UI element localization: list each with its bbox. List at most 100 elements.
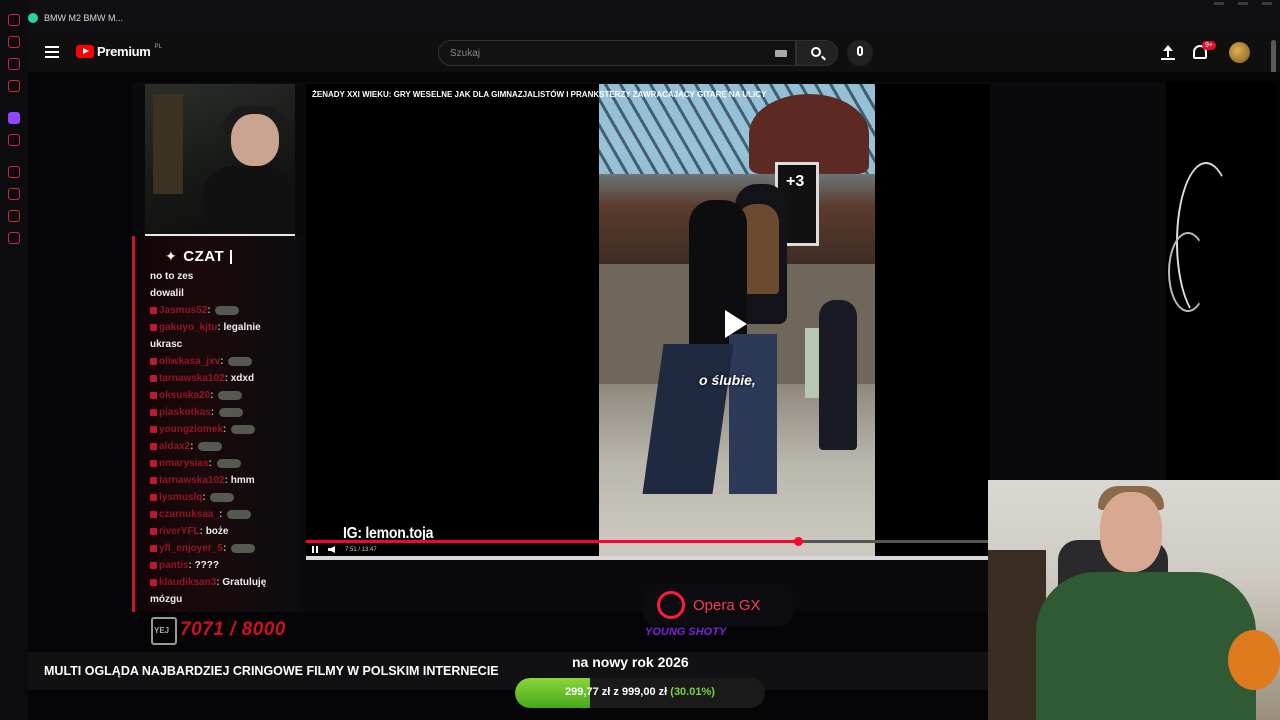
- chat-message: gakuyo_kjtu: legalnie: [150, 319, 300, 336]
- chat-message: Jasmus52:: [150, 302, 300, 319]
- video-subtitle: o ślubie,: [699, 372, 756, 388]
- sidebar-app-icon[interactable]: [8, 134, 20, 146]
- logo-text: Premium: [97, 44, 151, 59]
- chat-username[interactable]: pantis: [159, 560, 188, 571]
- search-input[interactable]: [439, 41, 759, 65]
- chat-text: no to zes: [150, 271, 194, 282]
- chat-username[interactable]: aldax2: [159, 441, 190, 452]
- chat-message: oliwkasa_jxv:: [150, 353, 300, 370]
- chat-message: ukrasc: [150, 336, 300, 353]
- logo-country: PL: [154, 44, 162, 50]
- chat-username[interactable]: tarnawska102: [159, 475, 225, 486]
- emote-icon: [227, 509, 252, 519]
- volume-icon[interactable]: [328, 546, 335, 553]
- chat-username[interactable]: gakuyo_kjtu: [159, 322, 217, 333]
- chat-badge-icon: [150, 425, 157, 433]
- chat-username[interactable]: Jasmus52: [159, 305, 207, 316]
- search-icon: [811, 47, 821, 57]
- upload-icon[interactable]: [1161, 45, 1175, 61]
- youtube-header: Premium PL 9+: [28, 34, 1280, 72]
- chat-badge-icon: [150, 408, 157, 416]
- goal-text: 299,77 zł z 999,00 zł (30.01%): [565, 686, 715, 698]
- chat-badge-icon: [150, 476, 157, 484]
- chat-text: ukrasc: [150, 339, 183, 350]
- youtube-logo-icon: [76, 45, 94, 58]
- sidebar-app-icon[interactable]: [8, 36, 20, 48]
- maximize-icon[interactable]: [1238, 2, 1248, 5]
- chat-text: mózgu: [150, 594, 183, 605]
- chat-badge-icon: [150, 527, 157, 535]
- sidebar-app-icon[interactable]: [8, 58, 20, 70]
- avatar[interactable]: [1229, 42, 1250, 63]
- sidebar-app-icon[interactable]: [8, 166, 20, 178]
- sponsor-sub: YOUNG SHOTY: [645, 626, 727, 638]
- twitch-icon[interactable]: [8, 112, 20, 124]
- chat-badge-icon: [150, 357, 157, 365]
- chat-username[interactable]: piaskotkas: [159, 407, 211, 418]
- chat-message: klaudiksan3: Gratuluję: [150, 574, 300, 591]
- stream-title: MULTI OGLĄDA NAJBARDZIEJ CRINGOWE FILMY …: [44, 664, 499, 678]
- inner-video: +3 o ślubie, ŻENADY XXI WIEKU: GRY WESEL…: [306, 84, 990, 556]
- sidebar-app-icon[interactable]: [8, 210, 20, 222]
- chat-username[interactable]: nmarysias: [159, 458, 208, 469]
- chat-username[interactable]: youngziomek: [159, 424, 223, 435]
- chat-badge-icon: [150, 510, 157, 518]
- menu-icon[interactable]: [45, 46, 59, 61]
- sidebar-app-icon[interactable]: [8, 80, 20, 92]
- chat-badge-icon: [150, 442, 157, 450]
- voice-search-button[interactable]: [847, 40, 873, 66]
- keyboard-icon[interactable]: [775, 50, 787, 57]
- opera-gx-icon[interactable]: [8, 14, 20, 26]
- video-title: ŻENADY XXI WIEKU: GRY WESELNE JAK DLA GI…: [312, 90, 767, 99]
- chat-message: tarnawska102: xdxd: [150, 370, 300, 387]
- youtube-logo[interactable]: Premium PL: [76, 44, 162, 59]
- chat-username[interactable]: lysmuslq: [159, 492, 202, 503]
- emote-icon: [231, 543, 256, 553]
- chat-badge-icon: [150, 323, 157, 331]
- chat-username[interactable]: czarnuksaa_: [159, 509, 219, 520]
- chat-username[interactable]: klaudiksan3: [159, 577, 216, 588]
- chat-username[interactable]: oksuska20: [159, 390, 210, 401]
- tab-favicon-icon: [28, 13, 38, 23]
- chat-message: aldax2:: [150, 438, 300, 455]
- goal-title: na nowy rok 2026: [572, 654, 689, 670]
- browser-tab[interactable]: BMW M2 BMW M...: [28, 8, 123, 28]
- chat-message: dowalil: [150, 285, 300, 302]
- stream-decoration: [1166, 82, 1276, 482]
- chat-message: oksuska20:: [150, 387, 300, 404]
- close-icon[interactable]: [1262, 2, 1272, 5]
- chat-text: hmm: [230, 475, 255, 486]
- emote-icon: [218, 407, 243, 417]
- opera-logo-icon: [657, 591, 685, 619]
- chat-badge-icon: [150, 306, 157, 314]
- chat-badge-icon: [150, 374, 157, 382]
- video-progress-bar[interactable]: [306, 537, 990, 546]
- minimize-icon[interactable]: [1214, 2, 1224, 5]
- chat-badge-icon: [150, 578, 157, 586]
- sparkle-icon: ✦: [165, 248, 178, 264]
- sponsor-banner: Opera GX: [643, 584, 793, 626]
- chat-message: riverYFL: boże: [150, 523, 300, 540]
- play-icon[interactable]: [725, 310, 747, 338]
- chat-username[interactable]: riverYFL: [159, 526, 200, 537]
- search-button[interactable]: [796, 40, 838, 66]
- chat-username[interactable]: oliwkasa_jxv: [159, 356, 220, 367]
- pause-icon[interactable]: [312, 546, 318, 553]
- settings-icon[interactable]: [8, 232, 20, 244]
- donation-goal-bar: 299,77 zł z 999,00 zł (30.01%): [515, 678, 765, 708]
- video-time: 7:51 / 13:47: [345, 546, 377, 553]
- progress-fill: [306, 540, 799, 543]
- history-icon[interactable]: [8, 188, 20, 200]
- emote-icon: [228, 356, 253, 366]
- chat-username[interactable]: yfl_enjoyer_5: [159, 543, 223, 554]
- cursor-icon: [230, 249, 233, 264]
- chat-message: tarnawska102: hmm: [150, 472, 300, 489]
- chat-message: no to zes: [150, 268, 300, 285]
- sub-counter: 7071 / 8000: [180, 619, 286, 640]
- chat-message: yfl_enjoyer_5:: [150, 540, 300, 557]
- emote-icon: [210, 492, 235, 502]
- chat-username[interactable]: tarnawska102: [159, 373, 225, 384]
- chat-title: ✦ CZAT: [165, 248, 233, 265]
- guest-facecam: [145, 84, 295, 236]
- chat-text: boże: [205, 526, 229, 537]
